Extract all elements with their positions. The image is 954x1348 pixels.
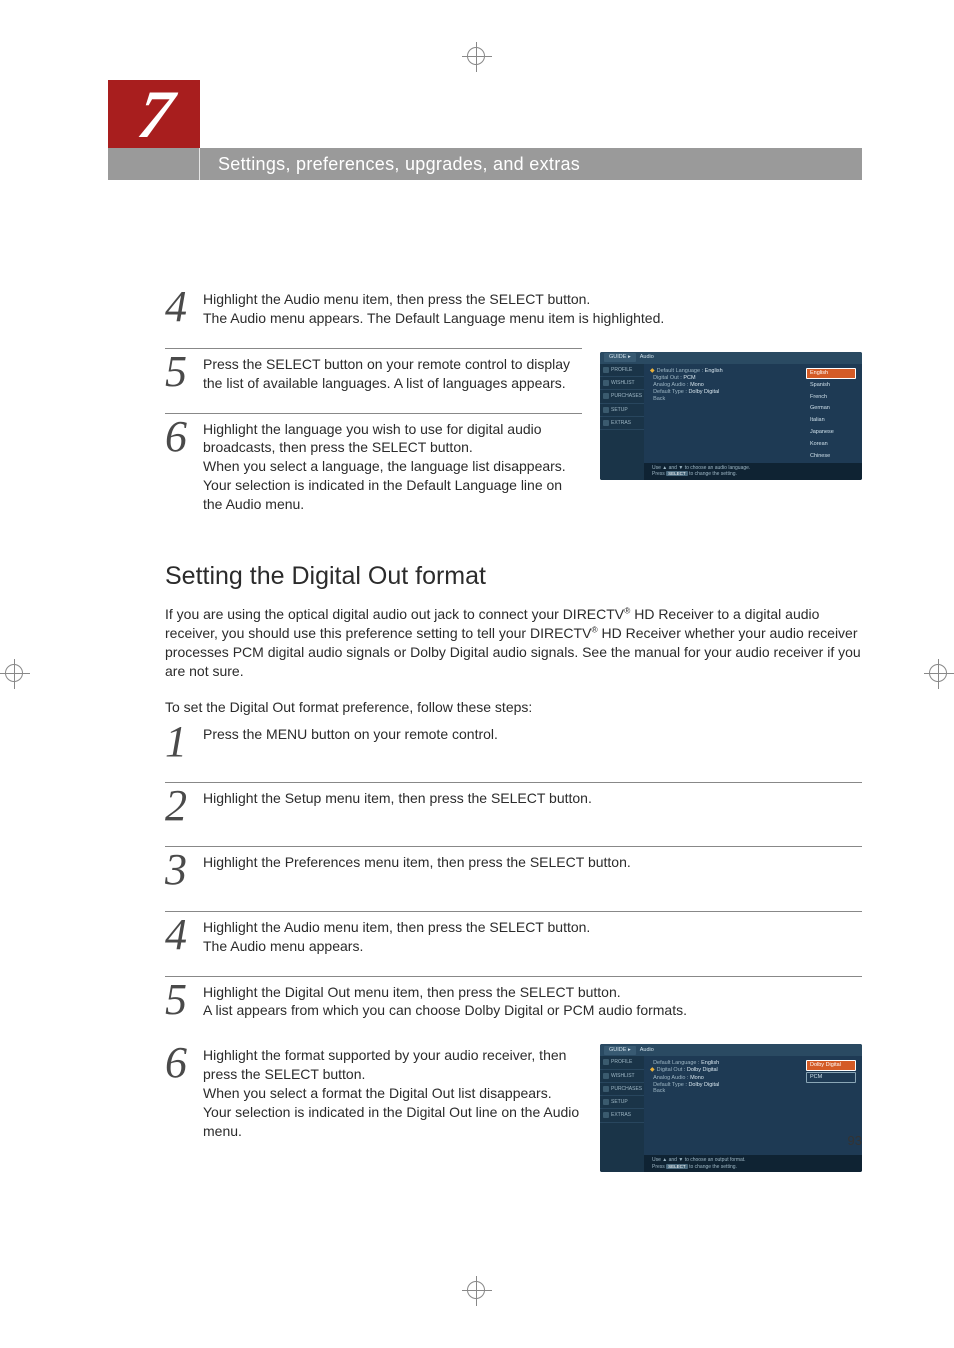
- scr-option: French: [806, 392, 856, 403]
- step-text: Highlight the Digital Out menu item, the…: [203, 983, 862, 1021]
- step-item: 1 Press the MENU button on your remote c…: [165, 719, 862, 782]
- scr-option: German: [806, 403, 856, 414]
- step-number: 4: [165, 288, 195, 326]
- scr-side-item: PROFILE: [600, 364, 644, 377]
- scr-side-item: SETUP: [600, 404, 644, 417]
- page-content: 4 Highlight the Audio menu item, then pr…: [165, 284, 862, 1172]
- step-item: 6 Highlight the language you wish to use…: [165, 413, 582, 534]
- step-number: 1: [165, 723, 195, 760]
- step-text: Highlight the Setup menu item, then pres…: [203, 789, 862, 826]
- scr-option: Chinese: [806, 451, 856, 462]
- step-item: 6 Highlight the format supported by your…: [165, 1040, 582, 1160]
- scr-option: Korean: [806, 439, 856, 450]
- step-item: 5 Press the SELECT button on your remote…: [165, 348, 582, 413]
- step-number: 4: [165, 916, 195, 954]
- scr-side-item: PURCHASES: [600, 1083, 644, 1096]
- scr-tab: GUIDE ▸: [604, 353, 636, 362]
- scr-side-item: WISHLIST: [600, 377, 644, 390]
- chapter-number: 7: [134, 80, 178, 148]
- scr-setting-line: ◆Default Language : English: [650, 368, 798, 376]
- title-divider: [108, 148, 200, 180]
- scr-side-item: EXTRAS: [600, 1109, 644, 1122]
- scr-option: English: [806, 368, 856, 379]
- step-number: 6: [165, 1044, 195, 1138]
- scr-option: Dolby Digital: [806, 1060, 856, 1071]
- crop-mark-right: [924, 659, 954, 689]
- scr-setting-line: ◆Digital Out : Dolby Digital: [650, 1067, 798, 1075]
- scr-setting-line: Default Type : Dolby Digital: [650, 1082, 798, 1089]
- step-text: Highlight the language you wish to use f…: [203, 420, 582, 514]
- scr-side-item: PURCHASES: [600, 390, 644, 403]
- step-number: 5: [165, 981, 195, 1019]
- scr-option: PCM: [806, 1072, 856, 1083]
- step-text: Highlight the format supported by your a…: [203, 1046, 582, 1140]
- step-number: 5: [165, 353, 195, 391]
- step-item: 4 Highlight the Audio menu item, then pr…: [165, 911, 862, 976]
- step-text: Press the MENU button on your remote con…: [203, 725, 862, 762]
- step-number: 6: [165, 418, 195, 512]
- scr-side-item: PROFILE: [600, 1056, 644, 1069]
- page-number: 93: [848, 1133, 862, 1148]
- crop-mark-top: [462, 42, 492, 72]
- screenshot-digital-out: GUIDE ▸ Audio PROFILEWISHLISTPURCHASESSETU…: [600, 1044, 862, 1172]
- scr-setting-line: Default Language : English: [650, 1060, 798, 1067]
- scr-setting-line: Digital Out : PCM: [650, 375, 798, 382]
- scr-side-item: EXTRAS: [600, 417, 644, 430]
- scr-option: Italian: [806, 415, 856, 426]
- step-item: 2 Highlight the Setup menu item, then pr…: [165, 782, 862, 846]
- section-paragraph: If you are using the optical digital aud…: [165, 605, 862, 681]
- scr-setting-line: Analog Audio : Mono: [650, 1075, 798, 1082]
- section-heading: Setting the Digital Out format: [165, 562, 862, 591]
- scr-tab: GUIDE ▸: [604, 1046, 636, 1055]
- crop-mark-left: [0, 659, 30, 689]
- section-lead: To set the Digital Out format preference…: [165, 699, 862, 715]
- step-text: Highlight the Audio menu item, then pres…: [203, 290, 862, 328]
- chapter-title: Settings, preferences, upgrades, and ext…: [200, 154, 580, 175]
- chapter-number-block: 7: [108, 80, 200, 148]
- scr-setting-line: Back: [650, 396, 798, 403]
- scr-hint: Use ▲ and ▼ to choose an output format.P…: [644, 1155, 862, 1172]
- scr-option: Spanish: [806, 380, 856, 391]
- scr-setting-line: Analog Audio : Mono: [650, 382, 798, 389]
- scr-side-item: SETUP: [600, 1096, 644, 1109]
- scr-side-item: WISHLIST: [600, 1070, 644, 1083]
- step-text: Highlight the Audio menu item, then pres…: [203, 918, 862, 956]
- scr-option: Japanese: [806, 427, 856, 438]
- step-item: 4 Highlight the Audio menu item, then pr…: [165, 284, 862, 348]
- step-item: 3 Highlight the Preferences menu item, t…: [165, 846, 862, 910]
- step-item: 5 Highlight the Digital Out menu item, t…: [165, 976, 862, 1041]
- chapter-title-band: Settings, preferences, upgrades, and ext…: [108, 148, 862, 180]
- scr-hint: Use ▲ and ▼ to choose an audio language.…: [644, 463, 862, 480]
- scr-setting-line: Back: [650, 1088, 798, 1095]
- step-text: Highlight the Preferences menu item, the…: [203, 853, 862, 890]
- screenshot-audio-language: GUIDE ▸ Audio PROFILEWISHLISTPURCHASESSETU…: [600, 352, 862, 480]
- step-number: 2: [165, 787, 195, 824]
- crop-mark-bottom: [462, 1276, 492, 1306]
- scr-breadcrumb: Audio: [640, 1047, 654, 1054]
- scr-setting-line: Default Type : Dolby Digital: [650, 389, 798, 396]
- scr-breadcrumb: Audio: [640, 354, 654, 361]
- step-number: 3: [165, 851, 195, 888]
- step-text: Press the SELECT button on your remote c…: [203, 355, 582, 393]
